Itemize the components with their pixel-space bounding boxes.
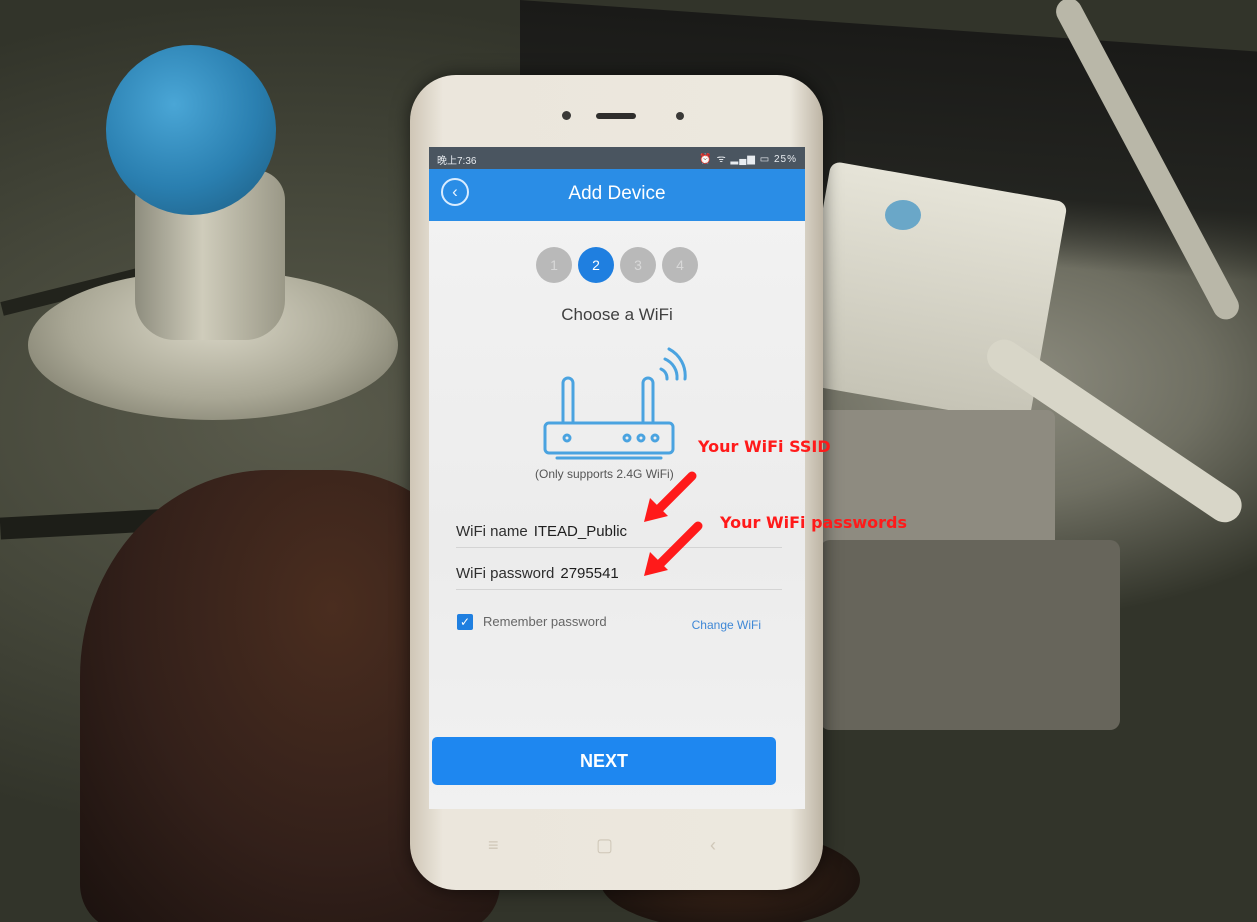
front-camera: [676, 112, 684, 120]
wifi-name-label: WiFi name: [456, 523, 528, 540]
page-title: Add Device: [568, 183, 666, 204]
back-key-icon[interactable]: ‹: [710, 835, 716, 856]
status-bar: 晚上7:36 ⏰ ᯤ ▂▄▆ ▭ 25%: [429, 147, 805, 169]
smart-switch-button: [885, 200, 921, 230]
password-annotation: Your WiFi passwords: [720, 513, 908, 532]
phone: 晚上7:36 ⏰ ᯤ ▂▄▆ ▭ 25% ‹ Add Device 1234 C…: [410, 75, 823, 890]
wifi-name-field[interactable]: WiFi name ITEAD_Public: [456, 523, 627, 540]
wifi-password-field[interactable]: WiFi password 2795541: [456, 565, 619, 582]
ssid-arrow-icon: [644, 471, 697, 522]
step-indicator: 1234: [429, 247, 805, 283]
divider: [456, 589, 782, 590]
step-1: 1: [536, 247, 572, 283]
divider: [456, 547, 782, 548]
wifi-name-value: ITEAD_Public: [533, 523, 628, 540]
ssid-annotation: Your WiFi SSID: [698, 437, 831, 456]
front-sensor: [562, 111, 571, 120]
wifi-password-value: 2795541: [560, 565, 619, 582]
phone-screen: 晚上7:36 ⏰ ᯤ ▂▄▆ ▭ 25% ‹ Add Device 1234 C…: [429, 147, 805, 809]
earpiece: [596, 113, 636, 119]
soft-keys: ≡ ▢ ‹: [410, 835, 823, 865]
wifi-password-label: WiFi password: [456, 565, 555, 582]
change-wifi-link[interactable]: Change WiFi: [692, 618, 761, 632]
blue-bulb: [106, 45, 276, 215]
step-2: 2: [578, 247, 614, 283]
status-icons: ⏰ ᯤ ▂▄▆ ▭ 25%: [699, 154, 797, 165]
remember-password-label: Remember password: [483, 614, 607, 629]
step-4: 4: [662, 247, 698, 283]
step-3: 3: [620, 247, 656, 283]
enclosure-tray: [820, 540, 1120, 730]
home-key-icon[interactable]: ▢: [596, 835, 613, 856]
password-arrow-icon: [644, 521, 703, 576]
router-icon: [543, 347, 687, 460]
remember-password-checkbox[interactable]: ✓: [457, 614, 473, 630]
section-heading: Choose a WiFi: [561, 305, 673, 324]
app-bar: ‹ Add Device: [429, 169, 805, 221]
menu-key-icon[interactable]: ≡: [488, 835, 499, 856]
next-button[interactable]: NEXT: [432, 737, 776, 785]
status-time: 晚上7:36: [437, 156, 477, 167]
